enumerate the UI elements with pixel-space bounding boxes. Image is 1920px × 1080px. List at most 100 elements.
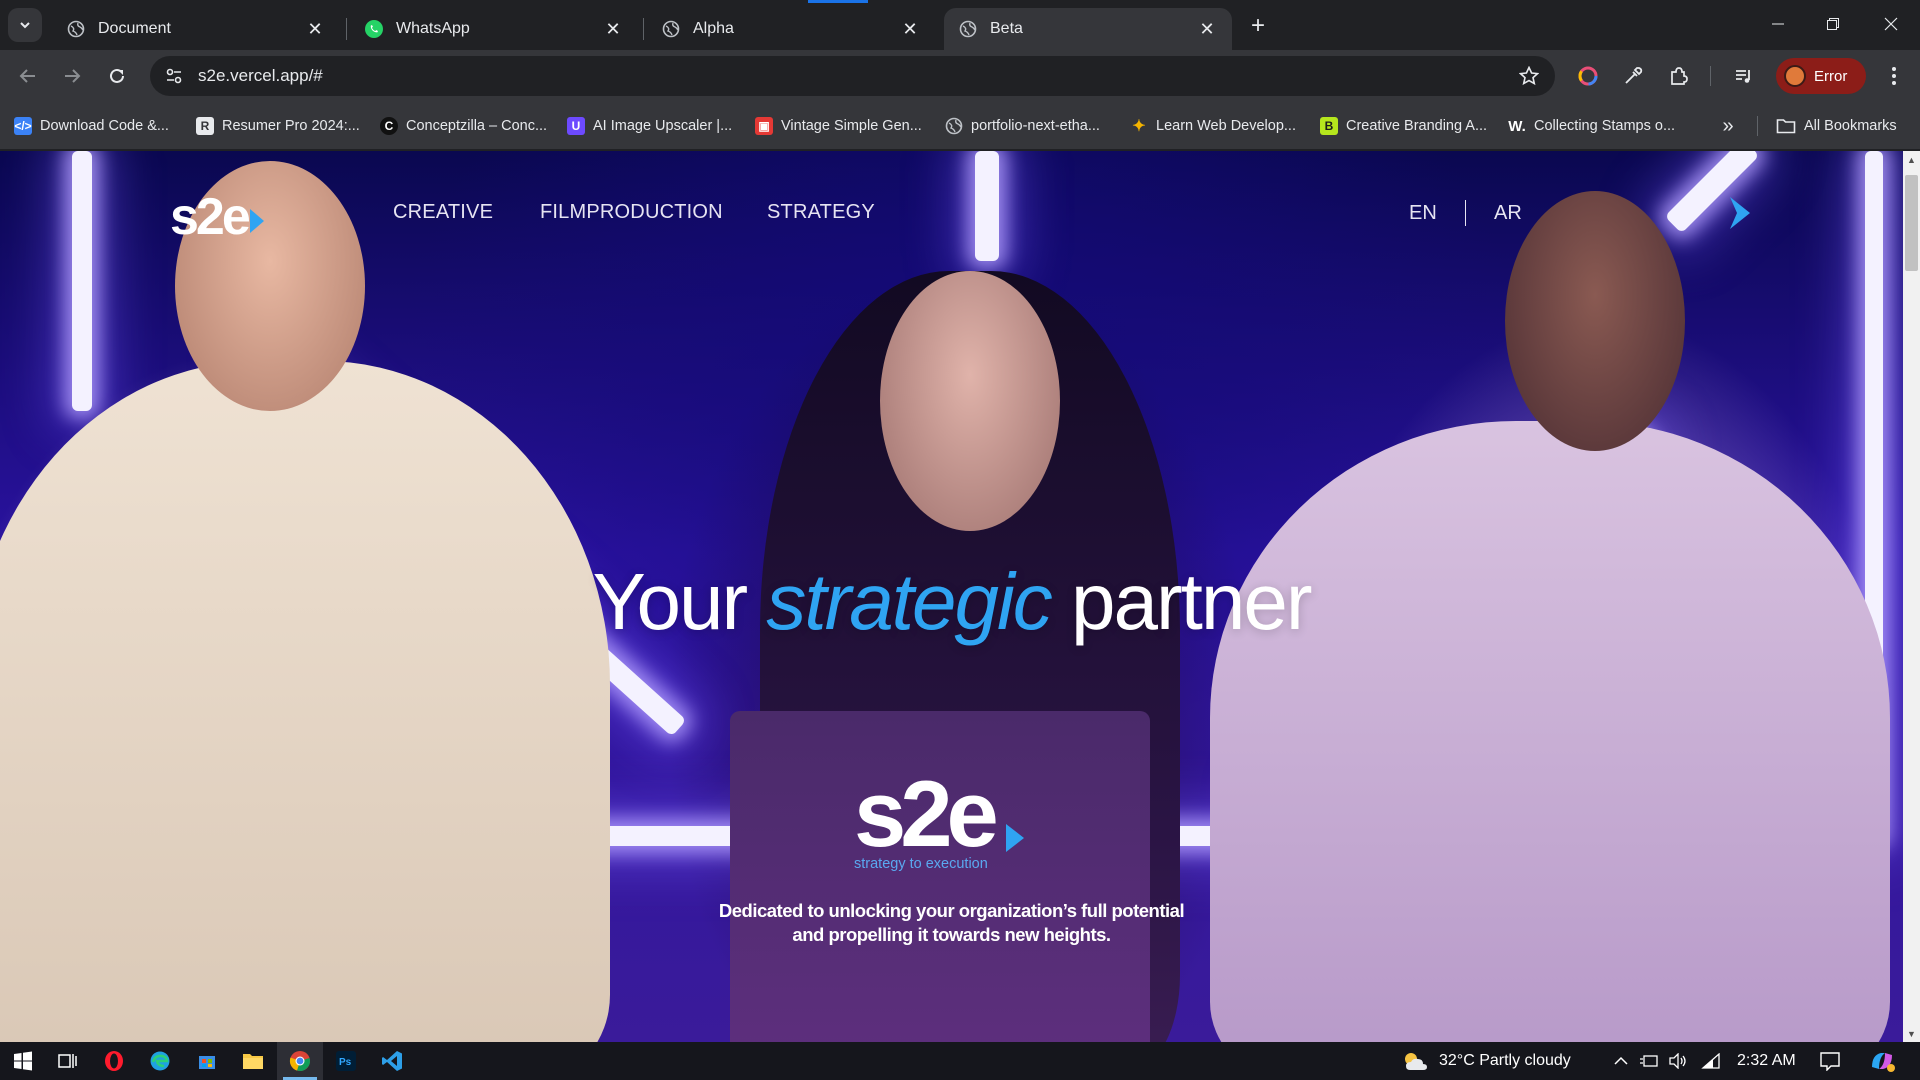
bookmark-item[interactable]: B Creative Branding A... bbox=[1320, 114, 1487, 138]
close-icon[interactable]: ✕ bbox=[899, 18, 921, 40]
bookmark-item[interactable]: ✦ Learn Web Develop... bbox=[1130, 114, 1296, 138]
more-bookmarks-button[interactable]: » bbox=[1716, 114, 1740, 138]
tab-title: Beta bbox=[990, 20, 1023, 37]
new-tab-button[interactable]: + bbox=[1244, 12, 1272, 40]
browser-window: Document ✕ WhatsApp ✕ Alpha ✕ Beta ✕ + s… bbox=[0, 0, 1920, 1080]
taskbar-store[interactable] bbox=[184, 1042, 230, 1080]
start-button[interactable] bbox=[0, 1042, 46, 1080]
arrow-right-icon bbox=[65, 69, 81, 83]
queue-music-icon bbox=[1736, 70, 1750, 83]
close-icon[interactable]: ✕ bbox=[1196, 18, 1218, 40]
chevron-up-icon[interactable] bbox=[1610, 1051, 1632, 1071]
globe-icon bbox=[945, 117, 963, 135]
tab-search-button[interactable] bbox=[8, 8, 42, 42]
bookmark-label: portfolio-next-etha... bbox=[971, 118, 1100, 134]
double-chevron-right-icon: » bbox=[1722, 114, 1734, 137]
bookmark-item[interactable]: ▣ Vintage Simple Gen... bbox=[755, 114, 922, 138]
tab-document[interactable]: Document ✕ bbox=[52, 8, 340, 50]
media-controls-button[interactable] bbox=[1728, 60, 1760, 92]
task-view-button[interactable] bbox=[44, 1042, 90, 1080]
bookmark-item[interactable]: </> Download Code &... bbox=[14, 114, 169, 138]
battery-icon[interactable] bbox=[1638, 1051, 1660, 1071]
bookmark-item[interactable]: U AI Image Upscaler |... bbox=[567, 114, 732, 138]
minimize-button[interactable] bbox=[1755, 6, 1801, 42]
taskbar-chrome[interactable] bbox=[277, 1042, 323, 1080]
bookmark-star-button[interactable] bbox=[1511, 58, 1547, 94]
bookmark-label: Vintage Simple Gen... bbox=[781, 118, 922, 134]
site-info-button[interactable] bbox=[154, 56, 194, 96]
address-bar[interactable]: s2e.vercel.app/# bbox=[150, 56, 1555, 96]
globe-icon bbox=[958, 19, 978, 39]
arrow-left-icon bbox=[19, 69, 35, 83]
bookmark-item[interactable]: portfolio-next-etha... bbox=[945, 114, 1100, 138]
forward-button[interactable] bbox=[56, 60, 88, 92]
vintage-icon: ▣ bbox=[755, 117, 773, 135]
tab-divider bbox=[643, 18, 644, 40]
center-logo-tagline: strategy to execution bbox=[854, 856, 988, 872]
opera-icon bbox=[105, 1051, 123, 1071]
weather-icon[interactable] bbox=[1400, 1051, 1430, 1071]
nav-link-creative[interactable]: CREATIVE bbox=[393, 201, 493, 224]
restore-button[interactable] bbox=[1810, 6, 1856, 42]
taskbar-vscode[interactable] bbox=[369, 1042, 415, 1080]
puzzle-icon bbox=[1671, 67, 1688, 85]
site-logo-text: s2e bbox=[170, 188, 251, 246]
scroll-down-icon[interactable]: ▼ bbox=[1903, 1025, 1920, 1042]
all-bookmarks-button[interactable]: All Bookmarks bbox=[1776, 114, 1897, 138]
volume-icon[interactable] bbox=[1667, 1051, 1689, 1071]
folder-icon bbox=[243, 1054, 263, 1069]
bookmark-item[interactable]: W. Collecting Stamps o... bbox=[1508, 114, 1675, 138]
close-icon[interactable]: ✕ bbox=[602, 18, 624, 40]
site-logo[interactable]: s2e bbox=[170, 187, 264, 247]
scroll-up-icon[interactable]: ▲ bbox=[1903, 151, 1920, 168]
wifi-icon[interactable] bbox=[1700, 1051, 1722, 1071]
weather-text[interactable]: 32°C Partly cloudy bbox=[1439, 1052, 1571, 1070]
tab-title: WhatsApp bbox=[396, 20, 470, 37]
nav-link-filmproduction[interactable]: FILMPRODUCTION bbox=[540, 201, 723, 224]
bookmark-item[interactable]: R Resumer Pro 2024:... bbox=[196, 114, 360, 138]
profile-error-button[interactable]: Error bbox=[1776, 58, 1866, 94]
person-right-shirt bbox=[1210, 421, 1890, 1042]
taskbar-file-explorer[interactable] bbox=[230, 1042, 276, 1080]
close-window-button[interactable] bbox=[1868, 6, 1914, 42]
lang-ar-link[interactable]: AR bbox=[1494, 202, 1522, 225]
lang-en-link[interactable]: EN bbox=[1409, 202, 1437, 225]
store-icon bbox=[199, 1056, 215, 1069]
branding-icon: B bbox=[1320, 117, 1338, 135]
tab-divider bbox=[346, 18, 347, 40]
bookmark-divider bbox=[1757, 116, 1758, 136]
plus-icon: + bbox=[1250, 12, 1265, 39]
url-text[interactable]: s2e.vercel.app/# bbox=[198, 66, 1511, 86]
tab-loading-indicator bbox=[808, 0, 868, 3]
close-icon[interactable]: ✕ bbox=[304, 18, 326, 40]
kebab-menu-icon bbox=[1892, 67, 1896, 85]
page-viewport: s2e CREATIVE FILMPRODUCTION STRATEGY EN … bbox=[0, 151, 1903, 1042]
hero-headline: Your strategic partner bbox=[0, 556, 1903, 648]
copilot-icon[interactable] bbox=[1868, 1051, 1896, 1072]
notifications-icon[interactable] bbox=[1817, 1051, 1843, 1071]
extension-color-button[interactable] bbox=[1572, 60, 1604, 92]
clock[interactable]: 2:32 AM bbox=[1737, 1052, 1796, 1070]
minimize-icon bbox=[1772, 23, 1784, 25]
center-logo: s2e strategy to execution bbox=[850, 761, 1050, 876]
eyedropper-button[interactable] bbox=[1617, 60, 1649, 92]
tab-whatsapp[interactable]: WhatsApp ✕ bbox=[350, 8, 638, 50]
taskbar-photoshop[interactable]: Ps bbox=[323, 1042, 369, 1080]
bookmark-item[interactable]: C Conceptzilla – Conc... bbox=[380, 114, 547, 138]
tab-beta[interactable]: Beta ✕ bbox=[944, 8, 1232, 50]
tab-title: Document bbox=[98, 20, 171, 37]
browser-menu-button[interactable] bbox=[1878, 60, 1910, 92]
bookmarks-bar: </> Download Code &... R Resumer Pro 202… bbox=[0, 102, 1920, 150]
taskbar-edge[interactable] bbox=[137, 1042, 183, 1080]
chevron-right-icon[interactable] bbox=[1726, 195, 1754, 231]
scrollbar-thumb[interactable] bbox=[1905, 175, 1918, 271]
extensions-button[interactable] bbox=[1662, 60, 1694, 92]
edge-icon bbox=[150, 1051, 170, 1071]
taskbar-opera[interactable] bbox=[91, 1042, 137, 1080]
tagline-line-1: Dedicated to unlocking your organization… bbox=[718, 900, 1185, 921]
page-scrollbar[interactable]: ▲ ▼ bbox=[1903, 151, 1920, 1042]
reload-button[interactable] bbox=[101, 60, 133, 92]
tab-alpha[interactable]: Alpha ✕ bbox=[647, 8, 935, 50]
back-button[interactable] bbox=[12, 60, 44, 92]
nav-link-strategy[interactable]: STRATEGY bbox=[767, 201, 875, 224]
